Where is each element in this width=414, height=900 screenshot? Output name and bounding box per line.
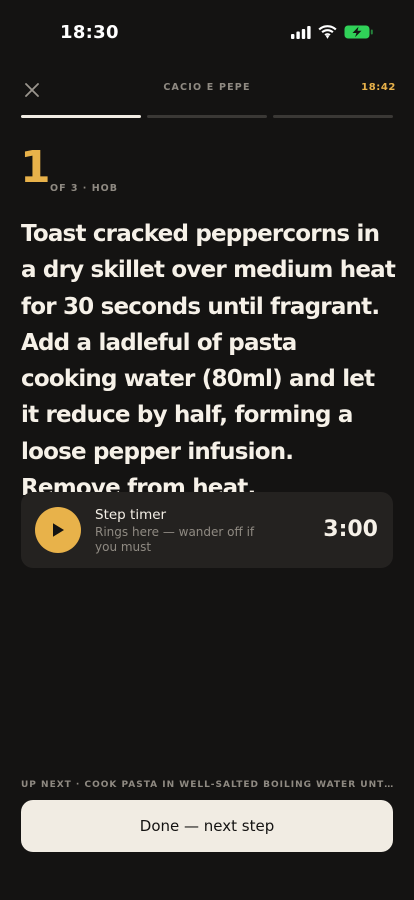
progress-segment-2 [147, 115, 267, 118]
timer-play-button[interactable] [35, 507, 81, 553]
timer-value: 3:00 [323, 517, 378, 542]
signal-icon [291, 24, 311, 43]
status-time: 18:30 [60, 22, 119, 43]
status-bar: 18:30 [0, 0, 414, 60]
step-progress [21, 115, 393, 118]
step-number: 1 [20, 142, 51, 193]
done-next-step-button[interactable]: Done — next step [21, 800, 393, 852]
up-next-label: UP NEXT · COOK PASTA IN WELL-SALTED BOIL… [21, 780, 395, 790]
top-bar: CACIO E PEPE 18:42 [0, 72, 414, 106]
step-meta: OF 3 · HOB [50, 183, 118, 194]
play-icon [53, 523, 64, 537]
step-timer-card: Step timer Rings here — wander off if yo… [21, 492, 393, 568]
kitchen-clock: 18:42 [361, 82, 396, 93]
wifi-icon [318, 24, 337, 43]
timer-subtitle: Rings here — wander off if you must [95, 525, 255, 554]
recipe-title: CACIO E PEPE [163, 82, 251, 93]
battery-charging-icon [344, 24, 374, 43]
timer-title: Step timer [95, 507, 167, 523]
progress-segment-3 [273, 115, 393, 118]
progress-segment-1 [21, 115, 141, 118]
step-instruction: Toast cracked peppercorns in a dry skill… [21, 221, 396, 502]
status-icons [291, 24, 374, 43]
